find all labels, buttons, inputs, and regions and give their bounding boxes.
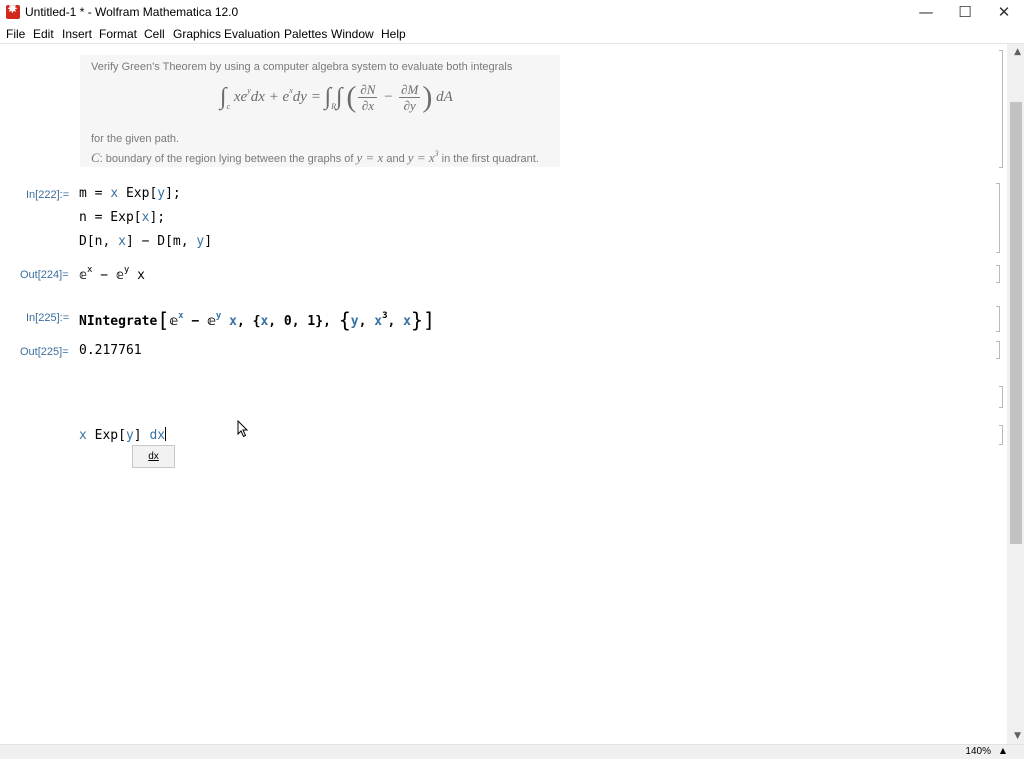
output-225-value: 0.217761: [79, 343, 142, 358]
input-line-m[interactable]: m = x Exp[y];: [79, 186, 181, 201]
problem-line-3: for the given path.: [91, 133, 180, 145]
menu-divider: [0, 43, 1024, 44]
vertical-scrollbar[interactable]: ▲ ▼: [1007, 44, 1024, 744]
maximize-icon[interactable]: ☐: [945, 0, 985, 24]
menu-format[interactable]: Format: [99, 27, 137, 41]
menu-cell[interactable]: Cell: [144, 27, 165, 41]
scroll-up-icon[interactable]: ▲: [1014, 47, 1021, 57]
status-bar: 140% ▲: [0, 744, 1024, 759]
output-224-expression: 𝕖x − 𝕖y x: [79, 265, 145, 283]
mouse-pointer-icon: [237, 420, 249, 438]
output-label-225: Out[225]=: [20, 346, 69, 358]
menu-palettes[interactable]: Palettes: [284, 27, 327, 41]
cell-bracket-empty[interactable]: [999, 386, 1003, 408]
greens-theorem-formula: ∫c xeydx + exdy = ∫R∫ (∂N ∂x − ∂M ∂y) dA: [220, 80, 453, 114]
scrollbar-thumb[interactable]: [1010, 102, 1022, 544]
close-icon[interactable]: ✕: [984, 0, 1024, 24]
input-label-222: In[222]:=: [26, 189, 70, 201]
input-line-n[interactable]: n = Exp[x];: [79, 210, 165, 225]
menu-bar: File Edit Insert Format Cell Graphics Ev…: [0, 24, 1024, 44]
autocomplete-popup[interactable]: dx: [132, 445, 175, 468]
menu-window[interactable]: Window: [331, 27, 374, 41]
mathematica-logo-icon: [6, 2, 20, 19]
input-label-225: In[225]:=: [26, 312, 70, 324]
menu-graphics[interactable]: Graphics: [173, 27, 221, 41]
menu-insert[interactable]: Insert: [62, 27, 92, 41]
input-line-derivative[interactable]: D[n, x] − D[m, y]: [79, 234, 212, 249]
title-bar: Untitled-1 * - Wolfram Mathematica 12.0 …: [0, 0, 1024, 24]
cell-bracket-out-224[interactable]: [996, 265, 1000, 283]
scroll-down-icon[interactable]: ▼: [1014, 731, 1021, 741]
problem-text-cell[interactable]: Verify Green's Theorem by using a comput…: [80, 55, 560, 167]
menu-evaluation[interactable]: Evaluation: [224, 27, 280, 41]
input-nintegrate[interactable]: NIntegrate[𝕖x − 𝕖y x, {x, 0, 1}, {y, x3,…: [79, 308, 435, 332]
text-cursor: [165, 427, 167, 441]
cell-bracket-group-222[interactable]: [996, 183, 1000, 253]
problem-line-1: Verify Green's Theorem by using a comput…: [91, 61, 513, 73]
cell-bracket-in-225[interactable]: [996, 306, 1000, 332]
zoom-level[interactable]: 140%: [965, 746, 991, 757]
cell-bracket-out-225[interactable]: [996, 341, 1000, 359]
menu-help[interactable]: Help: [381, 27, 406, 41]
autocomplete-suggestion[interactable]: dx: [148, 451, 159, 462]
minimize-icon[interactable]: —: [906, 0, 946, 24]
cell-bracket-text[interactable]: [999, 50, 1003, 168]
current-input[interactable]: x Exp[y] dx: [79, 427, 167, 443]
problem-line-4: C: boundary of the region lying between …: [91, 149, 539, 165]
zoom-dropdown-icon[interactable]: ▲: [1000, 746, 1006, 755]
window-title: Untitled-1 * - Wolfram Mathematica 12.0: [25, 5, 239, 19]
menu-edit[interactable]: Edit: [33, 27, 54, 41]
cell-bracket-current[interactable]: [999, 425, 1003, 445]
menu-file[interactable]: File: [6, 27, 25, 41]
output-label-224: Out[224]=: [20, 269, 69, 281]
